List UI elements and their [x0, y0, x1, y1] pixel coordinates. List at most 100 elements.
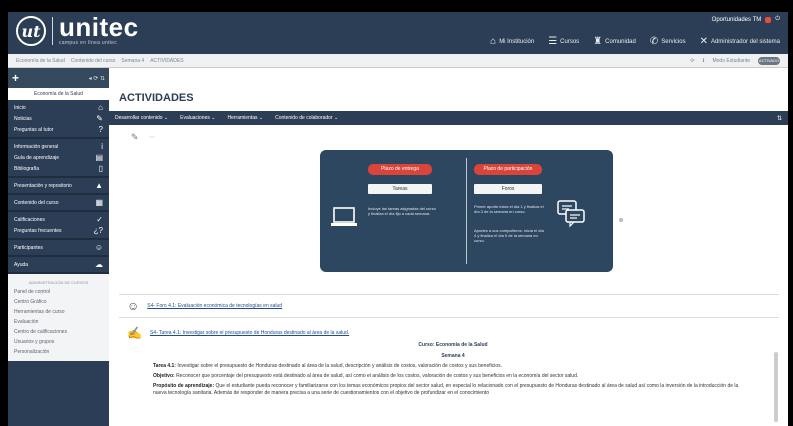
sidebar-item-informacion-general[interactable]: Información general i	[8, 141, 109, 152]
doc-purpose-label: Propósito de aprendizaje:	[153, 383, 215, 389]
nav-administrador[interactable]: ✕ Administrador del sistema	[700, 36, 780, 47]
nav-label: Cursos	[560, 38, 580, 45]
doc-week-line: Semana 4	[441, 353, 465, 359]
doc-task-paragraph: Tarea 4.1: Investigar sobre el presupues…	[153, 363, 753, 370]
foros-label: Foros	[474, 184, 542, 194]
admin-item[interactable]: Centro de calificaciones	[8, 327, 109, 337]
unitec-logo[interactable]: ut unitec campus en línea unitec	[16, 12, 139, 46]
logo-mark: ut	[16, 16, 46, 46]
breadcrumb-item[interactable]: Economía de la Salud	[16, 58, 65, 64]
sidebar-item-label: Inicio	[14, 104, 26, 111]
help-icon: ☁	[95, 260, 103, 269]
sidebar-item-ayuda[interactable]: Ayuda ☁	[8, 259, 109, 270]
sidebar-item-inicio[interactable]: Inicio ⌂	[8, 102, 109, 113]
info-icon: i	[101, 142, 103, 151]
top-nav: ⌂ Mi Institución ☰ Cursos ♜ Comunidad ✆ …	[490, 36, 780, 47]
logo-text: unitec	[59, 12, 139, 42]
notification-icon[interactable]	[765, 16, 772, 23]
menu-evaluaciones[interactable]: Evaluaciones ⌄	[180, 115, 215, 121]
sidebar-group: Ayuda ☁	[8, 257, 109, 274]
sidebar-item-presentacion[interactable]: Presentación y repositorio ▲	[8, 180, 109, 191]
add-icon[interactable]: +	[12, 71, 19, 85]
banner-handle-icon[interactable]	[619, 218, 623, 222]
breadcrumb-item[interactable]: Contenido del curso	[71, 58, 115, 64]
admin-item[interactable]: Herramientas de curso	[8, 307, 109, 317]
sidebar-item-bibliografia[interactable]: Bibliografía ▯	[8, 163, 109, 174]
sidebar-item-label: Bibliografía	[14, 165, 40, 172]
nav-cursos[interactable]: ☰ Cursos	[548, 36, 579, 47]
nav-label: Administrador del sistema	[710, 38, 780, 45]
admin-item[interactable]: Evaluación	[8, 317, 109, 327]
top-header: ut unitec campus en línea unitec Oportun…	[8, 12, 788, 54]
sidebar-item-label: Presentación y repositorio	[14, 182, 72, 189]
menu-desarrollar-contenido[interactable]: Desarrollar contenido ⌄	[115, 115, 168, 121]
sidebar-group: Inicio ⌂ Noticias ✎ Preguntas al tutor?	[8, 100, 109, 139]
forum-item: ☺ S4- Foro 4.1: Evaluación económica de …	[119, 294, 779, 318]
nav-label: Mi Institución	[499, 38, 535, 45]
sidebar-item-label: Preguntas al tutor	[14, 126, 54, 133]
doc-objective-text: Reconocer que porcentaje del presupuesto…	[176, 373, 579, 379]
nav-comunidad[interactable]: ♜ Comunidad	[593, 36, 636, 47]
menu-herramientas[interactable]: Herramientas ⌄	[227, 115, 263, 121]
doc-objective-paragraph: Objetivo: Reconocer que porcentaje del p…	[153, 373, 753, 380]
user-menu[interactable]: Oportunidades TM ⏻	[712, 16, 780, 23]
doc-scrollbar[interactable]	[774, 352, 778, 422]
admin-item[interactable]: Panel de control	[8, 287, 109, 297]
doc-objective-label: Objetivo:	[153, 373, 175, 379]
sidebar-item-label: Noticias	[14, 115, 32, 122]
tareas-label: Tareas	[368, 184, 432, 194]
task-icon: ✍	[127, 326, 142, 340]
sidebar-item-participantes[interactable]: Participantes ☺	[8, 242, 109, 253]
info-icon[interactable]: ℹ	[703, 58, 705, 64]
foros-description-2: Aportes a sus compañeros: inicia el día …	[474, 228, 544, 243]
nav-mi-institucion[interactable]: ⌂ Mi Institución	[490, 36, 534, 47]
sidebar-controls-icon[interactable]: ◂ ⟳ ⇅	[89, 75, 105, 82]
sidebar-item-guia[interactable]: Guía de aprendizaje ▤	[8, 152, 109, 163]
app-frame: ut unitec campus en línea unitec Oportun…	[8, 12, 788, 426]
admin-item[interactable]: Centro Gráfico	[8, 297, 109, 307]
refresh-icon[interactable]: ⟳	[690, 58, 694, 64]
document-icon: ▯	[98, 164, 103, 173]
user-name: Oportunidades TM	[711, 16, 762, 23]
sidebar-item-preguntas-tutor[interactable]: Preguntas al tutor?	[8, 124, 109, 135]
nav-label: Servicios	[661, 38, 686, 45]
menu-dots-icon[interactable]: ⋯	[149, 134, 155, 141]
sidebar-item-label: Participantes	[14, 244, 43, 251]
sidebar-item-noticias[interactable]: Noticias ✎	[8, 113, 109, 124]
users-icon: ☺	[94, 243, 103, 252]
doc-purpose-paragraph: Propósito de aprendizaje: Que el estudia…	[153, 383, 753, 397]
task-description: Curso: Economía de la Salud Semana 4 Tar…	[153, 342, 753, 397]
doc-course-line: Curso: Economía de la Salud	[418, 342, 488, 348]
sort-icon[interactable]: ⇅	[777, 115, 782, 122]
laptop-icon	[331, 207, 357, 226]
nav-label: Comunidad	[605, 38, 636, 45]
sidebar-group: Información general i Guía de aprendizaje…	[8, 139, 109, 178]
courses-icon: ☰	[548, 36, 558, 47]
sidebar-group: Contenido del curso ▦	[8, 195, 109, 212]
edit-mode-toggle[interactable]: ACTIVADO	[758, 56, 780, 65]
sidebar-group: Calificaciones ✓ Preguntas frecuentes ¿?	[8, 212, 109, 240]
breadcrumb-item[interactable]: Semana 4	[121, 58, 144, 64]
task-link[interactable]: S4- Tarea 4.1: Investigar sobre el presu…	[150, 330, 349, 336]
sidebar-item-calificaciones[interactable]: Calificaciones ✓	[8, 214, 109, 225]
pin-icon[interactable]: ✎	[131, 132, 139, 143]
services-icon: ✆	[649, 36, 659, 47]
sidebar-item-faq[interactable]: Preguntas frecuentes ¿?	[8, 225, 109, 236]
power-icon[interactable]: ⏻	[775, 16, 780, 23]
sidebar-item-label: Calificaciones	[14, 216, 45, 223]
nav-servicios[interactable]: ✆ Servicios	[650, 36, 686, 47]
menu-label: Herramientas	[227, 115, 258, 121]
sidebar-item-label: Ayuda	[14, 261, 29, 268]
forum-link[interactable]: S4- Foro 4.1: Evaluación económica de te…	[147, 303, 282, 309]
course-title[interactable]: Economía de la Salud	[8, 88, 109, 100]
task-item: ✍ S4- Tarea 4.1: Investigar sobre el pre…	[119, 326, 779, 340]
menu-label: Desarrollar contenido	[115, 115, 163, 121]
course-management-heading: ADMINISTRACIÓN DE CURSOS	[28, 280, 89, 285]
sidebar-item-contenido[interactable]: Contenido del curso ▦	[8, 197, 109, 208]
check-icon: ✓	[96, 215, 103, 224]
tareas-description: Incluye las tareas asignadas del curso y…	[368, 206, 436, 216]
student-mode-label: Modo Estudiante	[712, 57, 750, 64]
admin-item[interactable]: Usuarios y grupos	[8, 337, 109, 347]
admin-item[interactable]: Personalización	[8, 347, 109, 357]
menu-contenido-colaborador[interactable]: Contenido de colaborador ⌄	[275, 115, 338, 121]
